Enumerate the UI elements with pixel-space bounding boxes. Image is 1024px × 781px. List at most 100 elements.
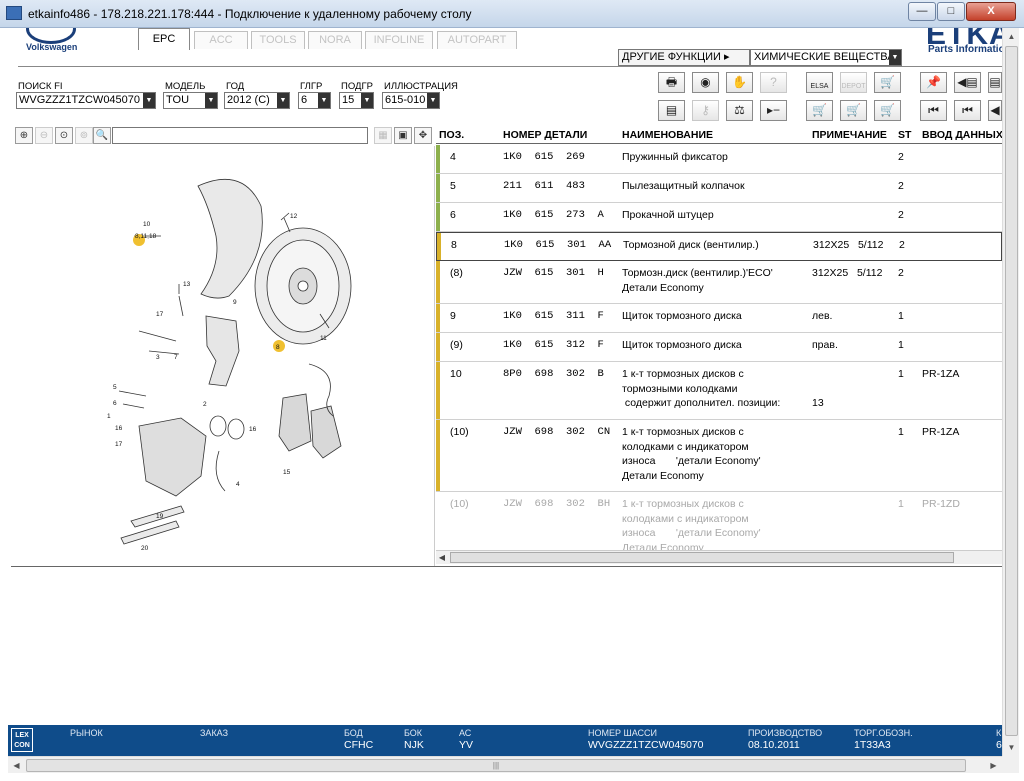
table-row[interactable]: 6 1K0 615 273 A Прокачной штуцер 2 <box>436 203 1002 232</box>
close-button[interactable]: X <box>966 2 1016 21</box>
print-button[interactable]: 🖶 <box>658 72 685 93</box>
chevron-down-icon[interactable]: ▼ <box>277 93 289 108</box>
chevron-down-icon[interactable]: ▼ <box>318 93 330 108</box>
chevron-down-icon[interactable]: ▼ <box>361 93 373 108</box>
bod-label: БОД <box>344 728 363 738</box>
cart-remove-button[interactable]: 🛒 <box>806 100 833 121</box>
cell-note: 13 <box>812 397 824 409</box>
window-hscroll-thumb[interactable]: ||| <box>26 759 966 772</box>
callout-6: 6 <box>113 400 117 407</box>
chevron-down-icon[interactable]: ▼ <box>1003 739 1020 756</box>
tab-nora[interactable]: NORA <box>308 31 362 49</box>
table-row[interactable]: 8 1K0 615 301 AA Тормозной диск (вентилир.… <box>436 232 1002 261</box>
illustration-search-input[interactable] <box>112 127 368 144</box>
header-pos[interactable]: ПОЗ. <box>439 129 464 141</box>
chevron-left-icon[interactable]: ◀ <box>8 757 25 774</box>
zoom-in-button[interactable]: ⊕ <box>15 127 33 144</box>
search-icon: 🔍 <box>95 130 109 141</box>
tab-acc[interactable]: ACC <box>194 31 248 49</box>
pane-divider[interactable] <box>11 566 1002 567</box>
table-header: ПОЗ. НОМЕР ДЕТАЛИ НАИМЕНОВАНИЕ ПРИМЕЧАНИ… <box>436 126 1002 144</box>
forward-list-icon: ▤ <box>989 75 1001 89</box>
tab-infoline[interactable]: INFOLINE <box>365 31 433 49</box>
tab-tools[interactable]: TOOLS <box>251 31 305 49</box>
depot-label: DEPOT <box>841 83 866 90</box>
back-list-button[interactable]: ◀▤ <box>954 72 981 93</box>
magnifier-button[interactable]: 🔍 <box>93 127 111 144</box>
illustration-select[interactable]: 615-010 ▼ <box>382 92 440 109</box>
pin-button[interactable]: 📌 <box>920 72 947 93</box>
cell-st: 2 <box>899 239 905 251</box>
tab-epc[interactable]: EPC <box>138 28 190 50</box>
handshake-button[interactable]: ✋ <box>726 72 753 93</box>
tab-autopart[interactable]: AUTOPART <box>437 31 517 49</box>
cell-st: 1 <box>898 339 904 351</box>
header-note[interactable]: ПРИМЕЧАНИЕ <box>812 129 887 141</box>
chevron-right-icon[interactable]: ▶ <box>985 757 1002 774</box>
layout-button[interactable]: ▣ <box>394 127 412 144</box>
search-input[interactable]: WVGZZZ1TZCW045070 ▼ <box>16 92 156 109</box>
cell-name-line: Щиток тормозного диска <box>622 310 742 322</box>
callout-17b: 17 <box>115 441 123 448</box>
table-row[interactable]: 9 1K0 615 311 F Щиток тормозного диска лев.… <box>436 304 1002 333</box>
table-row[interactable]: 5 211 611 483 Пылезащитный колпачок 2 <box>436 174 1002 203</box>
window-horizontal-scrollbar[interactable]: ◀ ||| ▶ <box>8 756 1002 773</box>
table-row[interactable]: (8) JZW 615 301 H Тормозн.диск (вентилир.)… <box>436 261 1002 304</box>
minimize-button[interactable]: — <box>908 2 936 21</box>
year-select[interactable]: 2012 (C) ▼ <box>224 92 290 109</box>
cell-input: PR-1ZA <box>922 368 960 380</box>
other-functions-button[interactable]: ДРУГИЕ ФУНКЦИИ ▸ <box>618 49 750 66</box>
window-vertical-scrollbar[interactable]: ▲ ▼ <box>1002 28 1019 756</box>
cart-add-button[interactable]: 🛒 <box>874 72 901 93</box>
table-row[interactable]: (9) 1K0 615 312 F Щиток тормозного диска пр… <box>436 333 1002 362</box>
search-label: ПОИСК FI <box>18 81 63 92</box>
chevron-down-icon[interactable]: ▼ <box>889 50 901 65</box>
table-row[interactable]: (10) JZW 698 302 CN 1 к-т тормозных дисков… <box>436 420 1002 492</box>
chevron-up-icon[interactable]: ▲ <box>1003 28 1020 45</box>
window-vscroll-thumb[interactable] <box>1005 46 1018 736</box>
list-view-button[interactable]: ▤ <box>658 100 685 121</box>
chevron-down-icon[interactable]: ▼ <box>205 93 217 108</box>
cell-part-number: 1K0 615 311 F <box>503 310 604 322</box>
key-button[interactable]: ⚷ <box>692 100 719 121</box>
first-button[interactable]: ⏮ <box>920 100 947 121</box>
previous-button[interactable]: ⏮ <box>954 100 981 121</box>
cell-pos: 8 <box>451 239 457 251</box>
zoom-fit-button[interactable]: ⊙ <box>55 127 73 144</box>
table-row[interactable]: 10 8P0 698 302 B 1 к-т тормозных дисков с т… <box>436 362 1002 420</box>
grid-button[interactable]: ▦ <box>374 127 392 144</box>
forward-list-button[interactable]: ▤ <box>988 72 1002 93</box>
sub-group-select[interactable]: 15 ▼ <box>339 92 374 109</box>
cell-name-line: 1 к-т тормозных дисков с <box>622 498 744 510</box>
chemicals-select[interactable]: ХИМИЧЕСКИЕ ВЕЩЕСТВА ▼ <box>750 49 902 66</box>
table-horizontal-scrollbar[interactable]: ◀ <box>436 550 1002 564</box>
header-part-number[interactable]: НОМЕР ДЕТАЛИ <box>503 129 587 141</box>
model-select[interactable]: TOU ▼ <box>163 92 218 109</box>
zoom-area-button[interactable]: ⊚ <box>75 127 93 144</box>
header-st[interactable]: ST <box>898 129 911 141</box>
maximize-button[interactable]: □ <box>937 2 965 21</box>
table-scroll-thumb[interactable] <box>450 552 954 563</box>
header-name[interactable]: НАИМЕНОВАНИЕ <box>622 129 713 141</box>
disc-button[interactable]: ◉ <box>692 72 719 93</box>
scale-button[interactable]: ⚖ <box>726 100 753 121</box>
zoom-out-button[interactable]: ⊖ <box>35 127 53 144</box>
cart-out-button[interactable]: 🛒 <box>840 100 867 121</box>
chevron-down-icon[interactable]: ▼ <box>143 93 155 108</box>
prev-page-button[interactable]: ◀ <box>988 100 1002 121</box>
elsa-button[interactable]: ELSA <box>806 72 833 93</box>
help-button[interactable]: ? <box>760 72 787 93</box>
cart-view-button[interactable]: 🛒 <box>874 100 901 121</box>
depot-button[interactable]: DEPOT <box>840 72 867 93</box>
chevron-left-icon[interactable]: ◀ <box>436 551 448 564</box>
window-titlebar[interactable]: etkainfo486 - 178.218.221.178:444 - Подк… <box>0 0 1024 28</box>
move-button[interactable]: ✥ <box>414 127 432 144</box>
sub-group-label: ПОДГР <box>341 81 373 92</box>
cell-name-line: колодками с индикатором <box>622 440 749 453</box>
main-group-select[interactable]: 6 ▼ <box>298 92 331 109</box>
header-input[interactable]: ВВОД ДАННЫХ <box>922 129 1002 141</box>
table-row[interactable]: 4 1K0 615 269 Пружинный фиксатор 2 <box>436 145 1002 174</box>
next-minus-button[interactable]: ▸− <box>760 100 787 121</box>
chevron-down-icon[interactable]: ▼ <box>427 93 439 108</box>
parts-illustration[interactable]: 10 8,11,18 12 9 13 17 3 7 2 8 11 5 6 1 1… <box>11 146 435 566</box>
